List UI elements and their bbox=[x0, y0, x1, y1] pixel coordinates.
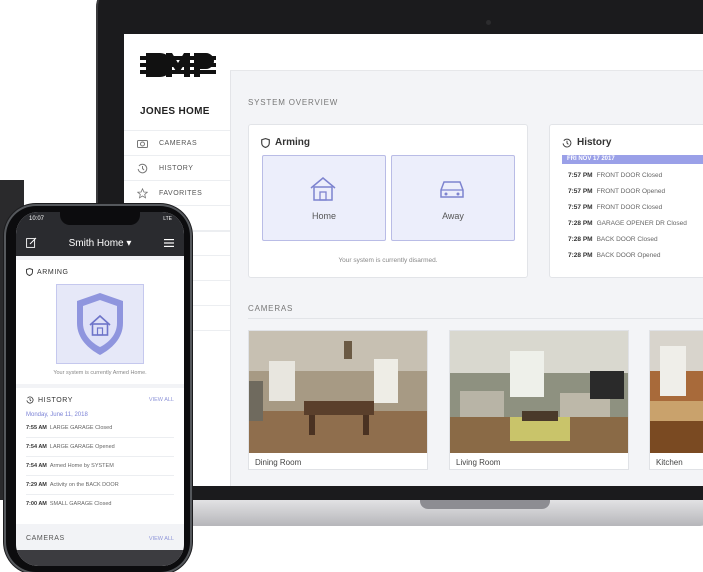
laptop-camera bbox=[486, 20, 491, 25]
history-icon bbox=[26, 396, 34, 404]
laptop-notch bbox=[420, 500, 550, 509]
system-overview-label: SYSTEM OVERVIEW bbox=[248, 98, 339, 107]
sidebar-item-label: HISTORY bbox=[159, 165, 194, 172]
mobile-history-row: 7:54 AM LARGE GARAGE Opened bbox=[26, 444, 115, 450]
mobile-arming-status: Your system is currently Armed Home. bbox=[53, 370, 147, 376]
camera-tile-living-room[interactable]: Living Room bbox=[449, 330, 629, 470]
history-row: 7:28 PM BACK DOOR Closed bbox=[568, 236, 658, 243]
armed-home-button[interactable] bbox=[56, 284, 144, 364]
camera-tile-dining-room[interactable]: Dining Room bbox=[248, 330, 428, 470]
history-date: FRI NOV 17 2017 bbox=[562, 155, 703, 164]
history-row: 7:57 PM FRONT DOOR Closed bbox=[568, 172, 663, 179]
arm-home-label: Home bbox=[311, 211, 336, 221]
history-card: History FRI NOV 17 2017 7:57 PM FRONT DOO… bbox=[549, 124, 703, 278]
camera-name: Kitchen bbox=[656, 458, 683, 467]
mobile-history-title-text: HISTORY bbox=[38, 396, 74, 404]
history-view-all-link[interactable]: VIEW ALL bbox=[149, 397, 174, 403]
camera-tile-kitchen[interactable]: Kitchen bbox=[649, 330, 703, 470]
shield-house-icon bbox=[77, 293, 123, 355]
arm-away-button[interactable]: Away bbox=[391, 155, 515, 241]
top-bar bbox=[230, 34, 703, 71]
desktop-app: JONES HOME CAMERAS HISTORY FAVORITES SYS… bbox=[124, 34, 703, 486]
camera-feed-image bbox=[650, 331, 703, 453]
sidebar-item-label: FAVORITES bbox=[159, 190, 203, 197]
house-icon bbox=[308, 176, 338, 207]
divider bbox=[26, 494, 174, 495]
dmp-logo bbox=[140, 53, 216, 77]
status-time: 10:07 bbox=[29, 216, 45, 222]
mobile-history-row: 7:55 AM LARGE GARAGE Closed bbox=[26, 425, 113, 431]
history-row: 7:28 PM GARAGE OPENER DR Closed bbox=[568, 220, 687, 227]
mobile-history-row: 7:29 AM Activity on the BACK DOOR bbox=[26, 482, 119, 488]
camera-feed-image bbox=[450, 331, 628, 453]
mobile-arming-title: ARMING bbox=[26, 268, 69, 276]
mobile-history-card: HISTORY VIEW ALL Monday, June 11, 2018 7… bbox=[16, 388, 184, 524]
car-icon bbox=[437, 176, 467, 207]
arm-away-label: Away bbox=[442, 211, 464, 221]
shield-icon bbox=[26, 268, 33, 276]
mobile-camera-thumbnails[interactable] bbox=[16, 550, 184, 566]
divider bbox=[26, 475, 174, 476]
camera-icon bbox=[134, 136, 150, 152]
history-title-text: History bbox=[577, 137, 612, 148]
arming-card: Arming Home Away Your system is currentl… bbox=[248, 124, 528, 278]
history-icon bbox=[562, 138, 572, 147]
history-row: 7:57 PM FRONT DOOR Opened bbox=[568, 188, 666, 195]
mobile-arming-card: ARMING Your system is currently Armed Ho… bbox=[16, 260, 184, 384]
home-selector[interactable]: Smith Home ▾ bbox=[16, 238, 184, 249]
mobile-history-date: Monday, June 11, 2018 bbox=[26, 412, 88, 418]
sidebar-item-cameras[interactable]: CAMERAS bbox=[124, 130, 230, 156]
menu-icon[interactable] bbox=[164, 239, 174, 247]
sidebar-item-history[interactable]: HISTORY bbox=[124, 155, 230, 181]
mobile-history-row: 7:00 AM SMALL GARAGE Closed bbox=[26, 501, 112, 507]
phone-notch bbox=[60, 212, 140, 225]
mobile-cameras-title: CAMERAS bbox=[26, 535, 65, 542]
divider bbox=[26, 437, 174, 438]
arming-title: Arming bbox=[261, 137, 310, 148]
shield-icon bbox=[261, 137, 270, 148]
divider bbox=[26, 456, 174, 457]
arming-status: Your system is currently disarmed. bbox=[338, 257, 438, 264]
divider bbox=[248, 318, 703, 319]
history-icon bbox=[134, 161, 150, 177]
arm-home-button[interactable]: Home bbox=[262, 155, 386, 241]
mobile-history-row: 7:54 AM Armed Home by SYSTEM bbox=[26, 463, 114, 469]
camera-name: Dining Room bbox=[255, 458, 302, 467]
camera-feed-image bbox=[249, 331, 427, 453]
history-title: History bbox=[562, 137, 611, 148]
arming-title-text: Arming bbox=[275, 137, 310, 148]
camera-name: Living Room bbox=[456, 458, 501, 467]
cameras-label: CAMERAS bbox=[248, 304, 294, 313]
star-icon bbox=[134, 186, 150, 202]
history-row: 7:28 PM BACK DOOR Opened bbox=[568, 252, 661, 259]
mobile-cameras-header: CAMERAS VIEW ALL bbox=[16, 526, 184, 550]
history-row: 7:57 PM FRONT DOOR Closed bbox=[568, 204, 663, 211]
mobile-app: 10:07 LTE Smith Home ▾ ARMING Your syste… bbox=[16, 212, 184, 566]
cameras-view-all-link[interactable]: VIEW ALL bbox=[149, 536, 174, 542]
mobile-arming-title-text: ARMING bbox=[37, 268, 69, 276]
mobile-history-title: HISTORY bbox=[26, 396, 73, 404]
status-signal: LTE bbox=[163, 216, 172, 222]
home-name: JONES HOME bbox=[140, 106, 210, 117]
sidebar-item-favorites[interactable]: FAVORITES bbox=[124, 180, 230, 206]
sidebar-item-label: CAMERAS bbox=[159, 140, 198, 147]
